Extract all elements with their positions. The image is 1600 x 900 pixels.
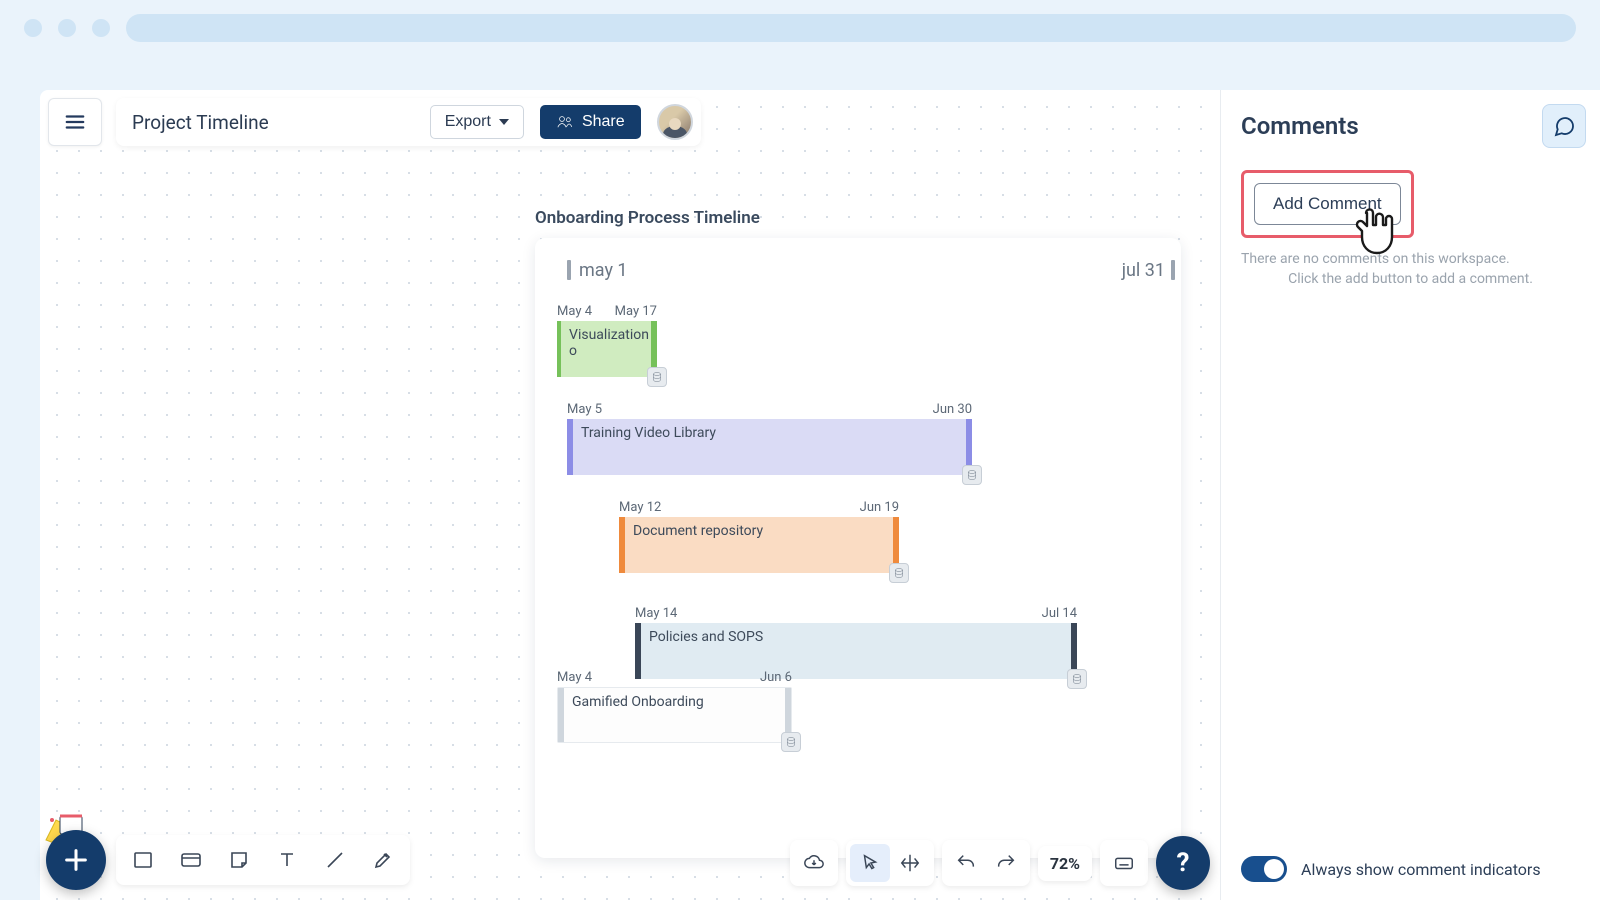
help-label: ? bbox=[1177, 848, 1190, 878]
topbar: Project Timeline Export Share bbox=[48, 98, 701, 146]
undo-button[interactable] bbox=[946, 844, 986, 882]
avatar[interactable] bbox=[657, 104, 693, 140]
bar-start: May 12 bbox=[619, 500, 661, 515]
bar-dates: May 4 Jun 6 bbox=[557, 670, 792, 685]
bar-end: Jun 19 bbox=[860, 500, 899, 515]
show-indicators-toggle[interactable] bbox=[1241, 856, 1287, 882]
sidebar-empty-text: There are no comments on this workspace.… bbox=[1241, 250, 1580, 289]
database-icon[interactable] bbox=[647, 367, 667, 387]
database-icon[interactable] bbox=[1067, 669, 1087, 689]
people-icon bbox=[556, 113, 574, 131]
bar-start: May 14 bbox=[635, 606, 677, 621]
bar-start: May 5 bbox=[567, 402, 602, 417]
browser-dot bbox=[92, 19, 110, 37]
keyboard-group bbox=[1100, 840, 1148, 886]
timeline-title: Onboarding Process Timeline bbox=[535, 208, 760, 228]
bar-label: Visualization o bbox=[561, 321, 657, 365]
canvas[interactable]: Project Timeline Export Share Onboarding… bbox=[40, 90, 1220, 900]
axis-start-label: may 1 bbox=[579, 260, 628, 281]
plus-icon bbox=[62, 846, 90, 874]
browser-dot bbox=[58, 19, 76, 37]
menu-button[interactable] bbox=[48, 98, 102, 146]
comment-icon bbox=[1552, 114, 1576, 138]
browser-dots bbox=[24, 19, 110, 37]
menu-icon bbox=[64, 111, 86, 133]
line-tool[interactable] bbox=[312, 839, 358, 881]
add-comment-button[interactable]: Add Comment bbox=[1254, 183, 1401, 225]
comments-toggle-button[interactable] bbox=[1542, 104, 1586, 148]
timeline-bar[interactable]: May 4 Jun 6 Gamified Onboarding bbox=[557, 670, 792, 743]
redo-button[interactable] bbox=[986, 844, 1026, 882]
add-comment-label: Add Comment bbox=[1273, 194, 1382, 213]
empty-line-1: There are no comments on this workspace. bbox=[1241, 250, 1580, 270]
bar-start: May 4 bbox=[557, 670, 592, 685]
database-icon[interactable] bbox=[962, 465, 982, 485]
share-button[interactable]: Share bbox=[540, 105, 641, 139]
show-indicators-label: Always show comment indicators bbox=[1301, 860, 1541, 879]
browser-address-bar[interactable] bbox=[126, 14, 1576, 42]
highlighter-tool[interactable] bbox=[360, 839, 406, 881]
add-comment-highlight: Add Comment bbox=[1241, 170, 1414, 238]
timeline-bar[interactable]: May 5 Jun 30 Training Video Library bbox=[567, 402, 972, 475]
bar-dates: May 4 May 17 bbox=[557, 304, 657, 319]
bar-dates: May 12 Jun 19 bbox=[619, 500, 899, 515]
bar-label: Training Video Library bbox=[573, 419, 724, 447]
sidebar-title: Comments bbox=[1241, 112, 1580, 140]
bar-end: May 17 bbox=[615, 304, 657, 319]
history-group bbox=[942, 840, 1030, 886]
bar-start: May 4 bbox=[557, 304, 592, 319]
sidebar-footer: Always show comment indicators bbox=[1241, 856, 1580, 882]
export-label: Export bbox=[445, 113, 491, 131]
card-tool[interactable] bbox=[168, 839, 214, 881]
keyboard-shortcuts-button[interactable] bbox=[1104, 844, 1144, 882]
timeline-bar[interactable]: May 14 Jul 14 Policies and SOPS bbox=[635, 606, 1077, 679]
app: Project Timeline Export Share Onboarding… bbox=[40, 90, 1600, 900]
bar-end: Jun 30 bbox=[933, 402, 972, 417]
title-bar: Project Timeline Export Share bbox=[116, 98, 701, 146]
axis-end-label: jul 31 bbox=[1122, 260, 1165, 281]
page-title: Project Timeline bbox=[132, 111, 269, 134]
add-button[interactable] bbox=[46, 830, 106, 890]
axis-tick-start bbox=[567, 260, 571, 280]
axis-tick-end bbox=[1171, 260, 1175, 280]
shape-toolbar bbox=[46, 830, 410, 890]
cloud-group bbox=[790, 840, 838, 886]
view-toolbar: 72% ? bbox=[790, 836, 1210, 890]
empty-line-2: Click the add button to add a comment. bbox=[1241, 270, 1580, 290]
timeline-card[interactable]: may 1 jul 31 May 4 May 17 Visualization … bbox=[535, 238, 1181, 858]
database-icon[interactable] bbox=[889, 563, 909, 583]
pointer-tool[interactable] bbox=[850, 844, 890, 882]
cloud-sync-button[interactable] bbox=[794, 844, 834, 882]
text-tool[interactable] bbox=[264, 839, 310, 881]
bar-dates: May 5 Jun 30 bbox=[567, 402, 972, 417]
export-button[interactable]: Export bbox=[430, 105, 524, 139]
timeline-bar[interactable]: May 4 May 17 Visualization o bbox=[557, 304, 657, 377]
pan-tool[interactable] bbox=[890, 844, 930, 882]
tool-row bbox=[116, 835, 410, 885]
browser-dot bbox=[24, 19, 42, 37]
sticky-note-tool[interactable] bbox=[216, 839, 262, 881]
comments-sidebar: Comments Add Comment There are no commen… bbox=[1220, 90, 1600, 900]
zoom-level[interactable]: 72% bbox=[1038, 846, 1092, 881]
bar-dates: May 14 Jul 14 bbox=[635, 606, 1077, 621]
bar-end: Jul 14 bbox=[1042, 606, 1077, 621]
bar-label: Document repository bbox=[625, 517, 771, 545]
chevron-down-icon bbox=[499, 119, 509, 125]
bar-label: Policies and SOPS bbox=[641, 623, 771, 651]
rectangle-tool[interactable] bbox=[120, 839, 166, 881]
timeline-bar[interactable]: May 12 Jun 19 Document repository bbox=[619, 500, 899, 573]
bar-end: Jun 6 bbox=[760, 670, 792, 685]
browser-chrome bbox=[0, 0, 1600, 56]
bar-label: Gamified Onboarding bbox=[564, 688, 712, 716]
pointer-group bbox=[846, 840, 934, 886]
help-button[interactable]: ? bbox=[1156, 836, 1210, 890]
share-label: Share bbox=[582, 113, 625, 131]
database-icon[interactable] bbox=[781, 732, 801, 752]
